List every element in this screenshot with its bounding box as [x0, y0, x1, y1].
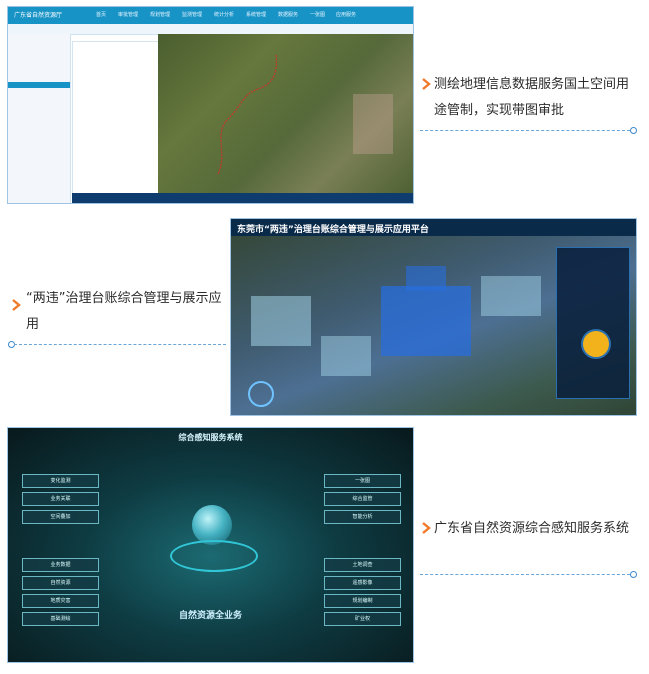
- left-button[interactable]: 地质灾害: [22, 594, 99, 608]
- chevron-right-icon: [422, 522, 431, 534]
- app-title: 广东省自然资源厅: [14, 12, 63, 19]
- right-button[interactable]: 土地调查: [324, 558, 401, 572]
- caption-approval: 测绘地理信息数据服务国土空间用途管制，实现带图审批: [434, 77, 630, 118]
- caption-violation: “两违”治理台账综合管理与展示应用: [26, 291, 222, 332]
- divider: [420, 130, 630, 131]
- left-button[interactable]: 业务数据: [22, 558, 99, 572]
- satellite-map[interactable]: [158, 34, 413, 194]
- right-button[interactable]: 规划编制: [324, 594, 401, 608]
- nav-item[interactable]: 监测管理: [182, 11, 202, 18]
- left-button[interactable]: 业务关联: [22, 492, 99, 506]
- caption-perception: 广东省自然资源综合感知服务系统: [434, 521, 630, 536]
- nav-item[interactable]: 应用服务: [336, 11, 356, 18]
- left-button[interactable]: 空间叠加: [22, 510, 99, 524]
- boundary-line-icon: [217, 53, 393, 175]
- nav-item[interactable]: 一张图: [310, 11, 325, 18]
- left-button[interactable]: 变化监测: [22, 474, 99, 488]
- screenshot-violation-platform: 东莞市“两违”治理台账综合管理与展示应用平台: [230, 218, 637, 416]
- query-form-panel: [72, 41, 160, 195]
- sidebar: [8, 34, 71, 203]
- pie-gauge: [581, 329, 611, 359]
- nav-item[interactable]: 规划管理: [150, 11, 170, 18]
- divider-dot: [630, 571, 637, 578]
- app-header: 广东省自然资源厅 首页 审批管理 规划管理 监测管理 统计分析 系统管理 数据服…: [8, 7, 413, 24]
- app-title: 东莞市“两违”治理台账综合管理与展示应用平台: [237, 225, 429, 235]
- sidebar-selected-item[interactable]: [8, 82, 70, 88]
- right-button[interactable]: 遥感影像: [324, 576, 401, 590]
- globe-icon: [192, 505, 232, 545]
- platform-ring: [170, 540, 258, 572]
- timeline-bar[interactable]: [72, 193, 413, 203]
- nav-item[interactable]: 数据服务: [278, 11, 298, 18]
- divider-dot: [630, 127, 637, 134]
- right-button[interactable]: 综合监管: [324, 492, 401, 506]
- statistics-panel: [556, 247, 630, 399]
- chevron-right-icon: [422, 78, 431, 90]
- right-button[interactable]: 一张图: [324, 474, 401, 488]
- nav-item[interactable]: 审批管理: [118, 11, 138, 18]
- app-title: 综合感知服务系统: [178, 433, 243, 442]
- nav-item[interactable]: 统计分析: [214, 11, 234, 18]
- screenshot-perception-system: 综合感知服务系统 变化监测 业务关联 空间叠加 业务数据 自然资源 地质灾害 基…: [7, 427, 414, 663]
- footer-label: 自然资源全业务: [178, 611, 242, 621]
- divider: [14, 344, 226, 345]
- nav-item[interactable]: 首页: [96, 11, 106, 18]
- chevron-right-icon: [12, 299, 21, 311]
- nav-item[interactable]: 系统管理: [246, 11, 266, 18]
- divider: [420, 574, 630, 575]
- right-button[interactable]: 智能分析: [324, 510, 401, 524]
- left-button[interactable]: 自然资源: [22, 576, 99, 590]
- screenshot-approval-system: 广东省自然资源厅 首页 审批管理 规划管理 监测管理 统计分析 系统管理 数据服…: [7, 6, 414, 204]
